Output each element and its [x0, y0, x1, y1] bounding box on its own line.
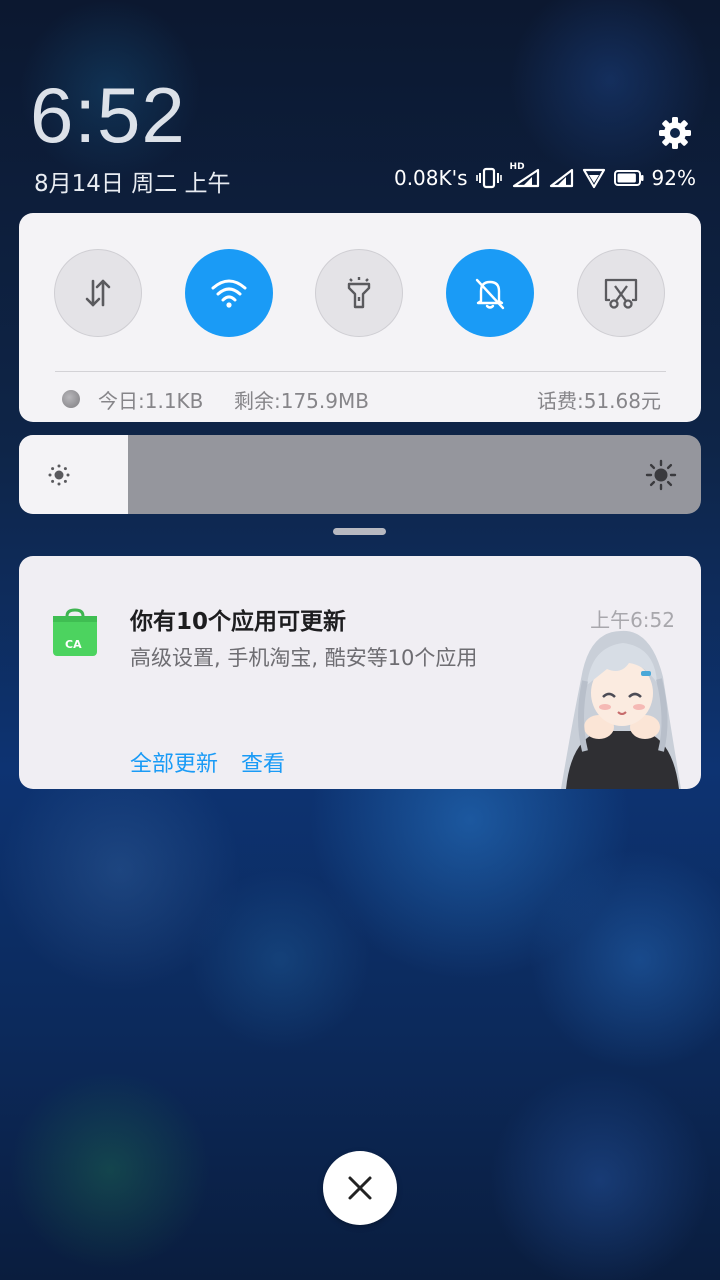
clock-time: 6:52 — [30, 71, 186, 159]
app-store-bag-icon: CA — [53, 608, 97, 656]
vibrate-icon — [475, 167, 502, 189]
net-speed: 0.08K's — [393, 166, 468, 190]
toggle-screenshot[interactable] — [577, 249, 665, 337]
divider — [55, 371, 666, 372]
data-usage-today: 今日:1.1KB — [62, 384, 203, 414]
bell-off-icon — [475, 278, 505, 310]
battery-icon — [613, 170, 644, 186]
view-button[interactable]: 查看 — [241, 746, 285, 778]
quick-settings-panel: 今日:1.1KB 剩余:175.9MB 话费:51.68元 — [19, 213, 701, 422]
brightness-slider[interactable] — [19, 435, 701, 514]
toggle-mobile-data[interactable] — [54, 249, 142, 337]
battery-percent: 92% — [651, 166, 696, 190]
brightness-low-icon — [48, 464, 70, 486]
notification-title: 你有10个应用可更新 — [130, 609, 347, 635]
panel-drag-handle[interactable] — [333, 528, 386, 535]
mascot-illustration — [561, 630, 681, 789]
data-remaining: 剩余:175.9MB — [234, 388, 369, 413]
flashlight-icon — [347, 277, 371, 309]
brightness-high-icon — [645, 459, 677, 491]
wifi-icon — [582, 168, 605, 189]
toggle-flashlight[interactable] — [315, 249, 403, 337]
data-arrows-icon — [85, 279, 111, 307]
today-usage: 今日:1.1KB — [98, 388, 204, 413]
sim-icon — [62, 390, 80, 408]
date-label: 8月14日 周二 上午 — [34, 171, 231, 197]
status-bar: 0.08K's HD 92% — [393, 162, 696, 192]
gear-icon — [659, 117, 691, 149]
brightness-fill — [19, 435, 129, 514]
scissors-icon — [604, 278, 638, 309]
toggle-wifi[interactable] — [185, 249, 273, 337]
signal-hd-icon: HD — [510, 162, 540, 190]
svg-text:CA: CA — [65, 638, 82, 651]
update-notification[interactable]: CA 你有10个应用可更新 高级设置, 手机淘宝, 酷安等10个应用 上午6:5… — [19, 556, 701, 789]
close-icon — [348, 1176, 372, 1200]
toggle-silent[interactable] — [446, 249, 534, 337]
signal-icon — [549, 168, 573, 188]
clear-notifications-button[interactable] — [323, 1151, 397, 1225]
wifi-icon — [211, 279, 247, 308]
update-all-button[interactable]: 全部更新 — [130, 746, 218, 778]
notification-body: 高级设置, 手机淘宝, 酷安等10个应用 — [130, 646, 478, 670]
settings-button[interactable] — [654, 112, 696, 154]
phone-balance[interactable]: 话费:51.68元 — [537, 384, 661, 414]
